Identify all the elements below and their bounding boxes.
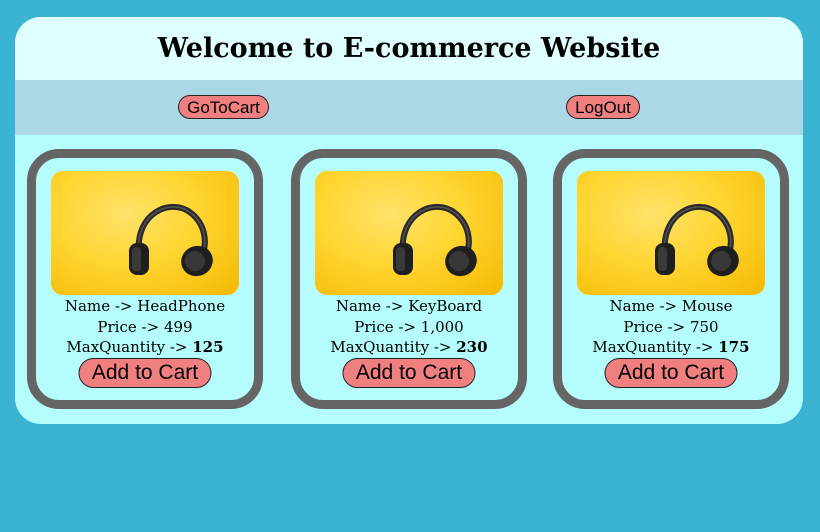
product-max-quantity: 175 (718, 338, 750, 356)
product-price-line: Price -> 499 (36, 317, 254, 338)
product-info: Name -> HeadPhone Price -> 499 MaxQuanti… (36, 296, 254, 358)
product-image (315, 171, 503, 295)
max-quantity-label: MaxQuantity -> (592, 338, 719, 356)
price-label: Price -> (97, 317, 164, 336)
headphones-icon (655, 203, 739, 277)
add-to-cart-button[interactable]: Add to Cart (604, 358, 738, 388)
product-name-line: Name -> KeyBoard (300, 296, 518, 317)
product-price: 499 (163, 317, 193, 336)
headphones-icon (129, 203, 213, 277)
add-to-cart-button[interactable]: Add to Cart (78, 358, 212, 388)
product-name: KeyBoard (408, 297, 483, 315)
name-label: Name -> (609, 297, 682, 315)
product-max-quantity-line: MaxQuantity -> 125 (36, 337, 254, 358)
logout-button[interactable]: LogOut (566, 95, 640, 119)
product-price: 750 (689, 317, 719, 336)
product-card-mouse: Name -> Mouse Price -> 750 MaxQuantity -… (553, 149, 789, 409)
product-max-quantity: 125 (192, 338, 224, 356)
product-image (51, 171, 239, 295)
product-name: Mouse (681, 297, 733, 315)
page-title: Welcome to E-commerce Website (157, 33, 661, 64)
navbar: GoToCart LogOut (15, 80, 803, 135)
product-info: Name -> KeyBoard Price -> 1,000 MaxQuant… (300, 296, 518, 358)
product-price-line: Price -> 750 (562, 317, 780, 338)
product-name-line: Name -> Mouse (562, 296, 780, 317)
product-max-quantity-line: MaxQuantity -> 175 (562, 337, 780, 358)
name-label: Name -> (64, 297, 138, 315)
price-label: Price -> (354, 317, 421, 336)
go-to-cart-button[interactable]: GoToCart (178, 95, 269, 119)
name-label: Name -> (335, 297, 409, 315)
product-price: 1,000 (420, 317, 464, 336)
app-container: Welcome to E-commerce Website GoToCart L… (15, 17, 803, 424)
max-quantity-label: MaxQuantity -> (66, 338, 193, 356)
product-name: HeadPhone (137, 297, 226, 315)
headphones-icon (393, 203, 477, 277)
product-info: Name -> Mouse Price -> 750 MaxQuantity -… (562, 296, 780, 358)
add-to-cart-button[interactable]: Add to Cart (342, 358, 476, 388)
product-price-line: Price -> 1,000 (300, 317, 518, 338)
max-quantity-label: MaxQuantity -> (330, 338, 457, 356)
price-label: Price -> (623, 317, 690, 336)
header: Welcome to E-commerce Website (15, 17, 803, 80)
product-max-quantity-line: MaxQuantity -> 230 (300, 337, 518, 358)
product-card-keyboard: Name -> KeyBoard Price -> 1,000 MaxQuant… (291, 149, 527, 409)
product-name-line: Name -> HeadPhone (36, 296, 254, 317)
product-image (577, 171, 765, 295)
product-card-headphone: Name -> HeadPhone Price -> 499 MaxQuanti… (27, 149, 263, 409)
product-max-quantity: 230 (456, 338, 488, 356)
